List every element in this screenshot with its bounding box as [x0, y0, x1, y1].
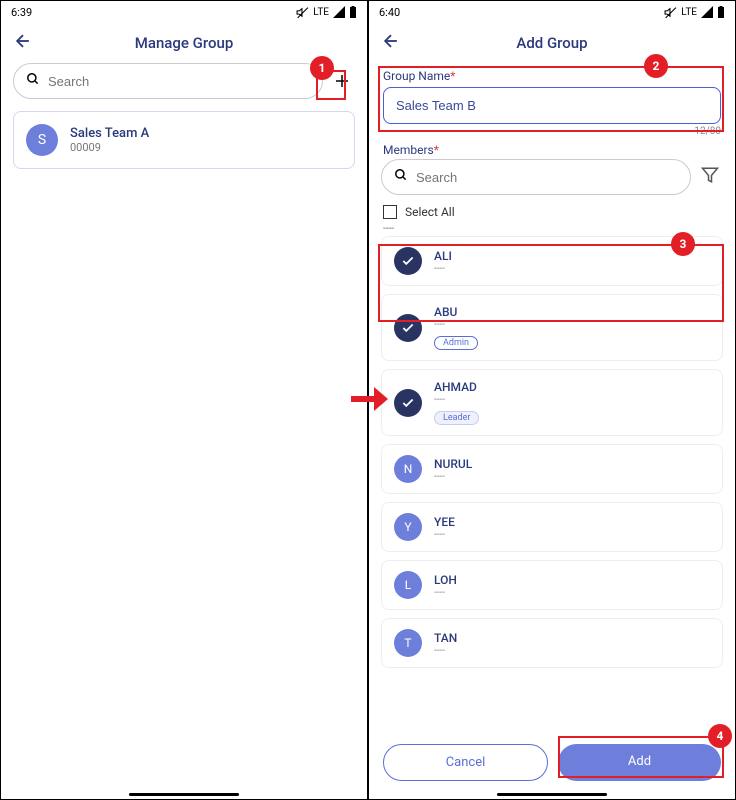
member-sub: ----	[434, 471, 472, 482]
status-icons: LTE	[296, 6, 357, 19]
member-card[interactable]: T TAN----	[381, 618, 723, 668]
member-sub: ----	[434, 587, 457, 598]
group-name-label: Group Name*	[383, 69, 721, 83]
section-label: ----	[383, 223, 721, 234]
member-sub: ----	[434, 263, 452, 274]
char-counter: 12/80	[383, 126, 721, 137]
member-name: ALI	[434, 249, 452, 263]
selected-check-icon	[394, 389, 422, 417]
battery-icon	[717, 6, 725, 18]
member-sub: ----	[434, 394, 479, 405]
member-avatar: T	[394, 629, 422, 657]
select-all-row[interactable]: Select All	[383, 205, 721, 219]
signal-icon	[701, 6, 713, 18]
member-card[interactable]: AHMAD---- Leader	[381, 369, 723, 436]
clock: 6:40	[379, 6, 400, 19]
search-input[interactable]	[48, 74, 310, 89]
header: Add Group	[369, 23, 735, 63]
search-icon	[394, 168, 408, 186]
status-icons: LTE	[664, 6, 725, 19]
member-name: TAN	[434, 631, 457, 645]
callout-2: 2	[644, 54, 668, 78]
member-name: AHMAD	[434, 380, 479, 394]
member-name: ABU	[434, 305, 478, 319]
clock: 6:39	[11, 6, 32, 19]
member-card[interactable]: Y YEE----	[381, 502, 723, 552]
network-label: LTE	[681, 7, 697, 18]
member-name: NURUL	[434, 457, 472, 471]
role-badge: Admin	[434, 336, 478, 350]
member-card[interactable]: L LOH----	[381, 560, 723, 610]
search-icon	[26, 72, 40, 90]
member-search-box[interactable]	[381, 159, 691, 195]
home-indicator	[497, 793, 607, 796]
header: Manage Group	[1, 23, 367, 63]
selected-check-icon	[394, 314, 422, 342]
select-all-label: Select All	[405, 205, 455, 219]
manage-group-screen: 6:39 LTE Manage Group	[0, 0, 368, 800]
page-title: Manage Group	[13, 34, 355, 52]
filter-button[interactable]	[697, 166, 723, 188]
role-badge: Leader	[434, 411, 479, 425]
member-search-input[interactable]	[416, 170, 678, 185]
mute-icon	[296, 6, 309, 19]
status-bar: 6:39 LTE	[1, 1, 367, 23]
signal-icon	[333, 6, 345, 18]
callout-4: 4	[708, 724, 732, 748]
search-box[interactable]	[13, 63, 323, 99]
members-label: Members*	[383, 143, 721, 157]
group-code: 00009	[70, 141, 149, 154]
member-card[interactable]: ABU---- Admin	[381, 294, 723, 361]
member-avatar: N	[394, 455, 422, 483]
member-sub: ----	[434, 529, 455, 540]
member-avatar: L	[394, 571, 422, 599]
member-sub: ----	[434, 319, 478, 330]
mute-icon	[664, 6, 677, 19]
member-card[interactable]: N NURUL----	[381, 444, 723, 494]
cancel-button[interactable]: Cancel	[383, 744, 548, 781]
group-avatar: S	[26, 124, 58, 156]
transition-arrow	[350, 385, 388, 413]
callout-1: 1	[310, 56, 334, 80]
member-name: YEE	[434, 515, 455, 529]
group-card[interactable]: S Sales Team A 00009	[13, 111, 355, 169]
selected-check-icon	[394, 247, 422, 275]
member-list: ALI----ABU----AdminAHMAD----LeaderNNURUL…	[369, 236, 735, 668]
add-button[interactable]: Add	[558, 744, 721, 781]
footer-actions: Cancel Add	[369, 744, 735, 781]
select-all-checkbox[interactable]	[383, 205, 397, 219]
add-group-screen: 6:40 LTE Add Group Group Name* 12/80 Mem…	[368, 0, 736, 800]
page-title: Add Group	[381, 34, 723, 52]
callout-3: 3	[671, 232, 695, 256]
group-name-input[interactable]	[383, 87, 721, 124]
group-name: Sales Team A	[70, 126, 149, 141]
status-bar: 6:40 LTE	[369, 1, 735, 23]
member-sub: ----	[434, 645, 457, 656]
member-avatar: Y	[394, 513, 422, 541]
network-label: LTE	[313, 7, 329, 18]
home-indicator	[129, 793, 239, 796]
battery-icon	[349, 6, 357, 18]
member-name: LOH	[434, 573, 457, 587]
